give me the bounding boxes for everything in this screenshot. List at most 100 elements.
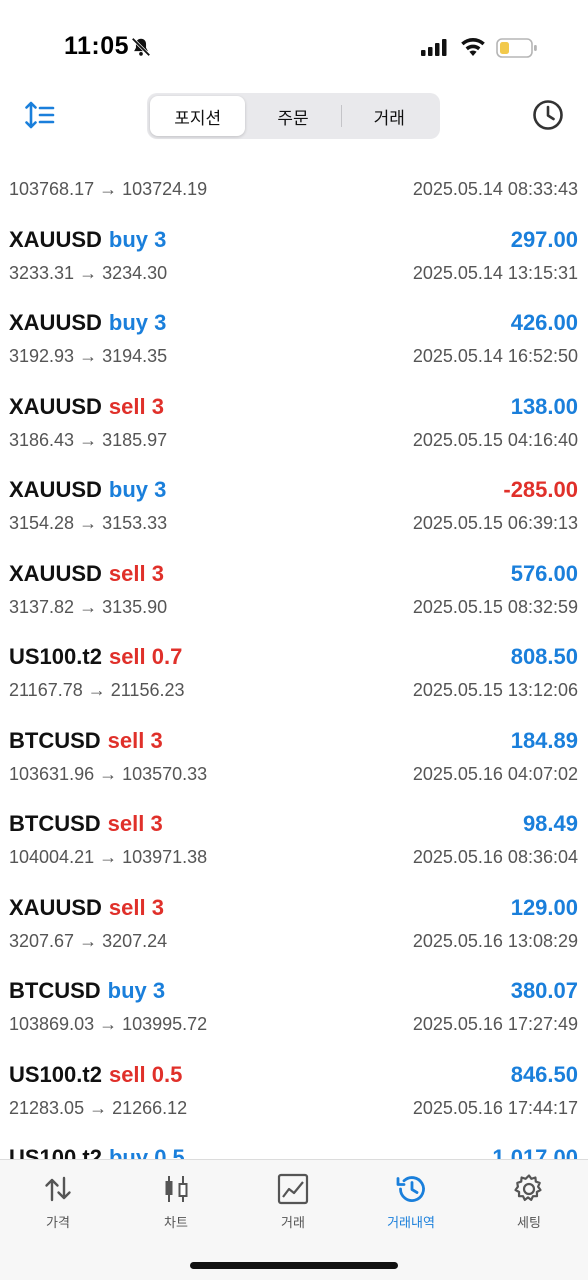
trade-row[interactable]: XAUUSD sell 3 138.00 3186.43 → 3185.97 2025.05… <box>0 371 588 455</box>
trade-row[interactable]: US100.t2buy 0.51 017.0021290.93→21311.27… <box>0 1122 588 1159</box>
open-price: 103869.03 <box>9 1014 95 1034</box>
gear-icon <box>514 1174 542 1201</box>
trade-prices: 21283.05 → 21266.12 <box>9 1098 187 1119</box>
segment-positions[interactable]: 포지션 <box>150 96 246 136</box>
trade-title: XAUUSD sell 3 <box>9 561 164 587</box>
trade-row[interactable]: BTCUSD sell 3 184.89 103631.96 → 103570.33 202… <box>0 705 588 789</box>
tab-chart[interactable]: 차트 <box>131 1172 221 1232</box>
trend-chart-icon <box>277 1173 309 1205</box>
close-price: 103724.19 <box>122 179 208 199</box>
segment-label: 거래 <box>373 108 405 128</box>
arrow-right-icon: → <box>99 179 118 199</box>
trade-row[interactable]: 103768.17 → 103724.19 2025.05.14 08:33:43 <box>0 142 588 204</box>
trade-time: 2025.05.14 08:33:43 <box>412 179 578 199</box>
segment-deals[interactable]: 거래 <box>342 96 437 136</box>
arrow-right-icon: → <box>79 930 98 951</box>
trade-lots: 3 <box>151 560 164 586</box>
trade-side-type: sell <box>107 727 145 753</box>
tab-trade[interactable]: 거래 <box>248 1172 338 1232</box>
trade-lots: 3 <box>150 727 163 753</box>
trade-title: XAUUSD buy 3 <box>9 477 166 503</box>
trade-time: 2025.05.14 16:52:50 <box>412 346 578 366</box>
tab-label: 가격 <box>46 1215 70 1230</box>
trade-lots: 3 <box>151 894 164 920</box>
close-price: 103971.38 <box>122 847 208 867</box>
trade-profit: 426.00 <box>510 310 578 335</box>
trade-symbol: US100.t2 <box>9 1145 102 1159</box>
open-price: 3154.28 <box>9 513 75 533</box>
trade-side-type: buy <box>108 226 149 252</box>
trade-side: buy 0.5 <box>109 1145 185 1159</box>
sort-icon[interactable] <box>24 100 56 130</box>
trade-symbol: BTCUSD <box>9 811 101 836</box>
arrow-right-icon: → <box>79 429 98 450</box>
open-price: 21167.78 <box>9 680 83 700</box>
close-price: 103570.33 <box>122 763 208 784</box>
trade-profit: -285.00 <box>503 477 578 502</box>
trade-prices: 103768.17 → 103724.19 <box>9 179 207 200</box>
trade-profit: 846.50 <box>510 1061 578 1087</box>
bell-slash-icon <box>131 37 151 57</box>
trade-side-type: sell <box>108 894 146 920</box>
signal-icon <box>421 39 447 56</box>
segment-label: 포지션 <box>174 108 222 128</box>
tab-settings[interactable]: 세팅 <box>484 1172 574 1232</box>
trade-row[interactable]: US100.t2 sell 0.7 808.50 21167.78 → 21156.23 2… <box>0 621 588 705</box>
arrow-right-icon: → <box>99 1014 118 1034</box>
open-price: 3233.31 <box>9 262 75 283</box>
trade-row[interactable]: US100.t2 sell 0.5 846.50 21283.05 → 21266.12 2… <box>0 1039 588 1123</box>
open-price: 104004.21 <box>9 847 95 867</box>
trade-row[interactable]: XAUUSD sell 3 576.00 3137.82 → 3135.90 2025.05… <box>0 538 588 622</box>
tab-label: 거래 <box>281 1215 305 1230</box>
trade-symbol: XAUUSD <box>9 310 102 335</box>
trade-time: 2025.05.16 04:07:02 <box>412 763 578 784</box>
trade-row[interactable]: XAUUSD buy 3 297.00 3233.31 → 3234.30 2025.05.… <box>0 204 588 288</box>
status-time: 11:05 <box>64 32 130 60</box>
trade-time: 2025.05.16 13:08:29 <box>412 930 578 951</box>
trade-time: 2025.05.16 17:27:49 <box>412 1014 578 1034</box>
trade-side: sell 3 <box>109 895 164 920</box>
trade-row[interactable]: XAUUSD buy 3 -285.00 3154.28 → 3153.33 2025.05… <box>0 454 588 538</box>
close-price: 21266.12 <box>112 1097 188 1118</box>
tab-history[interactable]: 거래내역 <box>366 1172 456 1232</box>
trade-time: 2025.05.16 17:44:17 <box>412 1097 578 1118</box>
close-price: 3194.35 <box>102 346 168 366</box>
trade-lots: 0.5 <box>151 1061 183 1087</box>
trade-symbol: XAUUSD <box>9 560 102 586</box>
trade-row[interactable]: BTCUSD sell 3 98.49 104004.21 → 103971.38 2025… <box>0 788 588 872</box>
trade-side-type: sell <box>108 644 146 669</box>
trade-history-list[interactable]: 103768.17 → 103724.19 2025.05.14 08:33:43 XA… <box>0 142 588 1159</box>
trade-row[interactable]: BTCUSD buy 3 380.07 103869.03 → 103995.72 2025… <box>0 955 588 1039</box>
trade-time: 2025.05.16 08:36:04 <box>412 847 578 867</box>
open-price: 3186.43 <box>9 429 75 450</box>
close-price: 3153.33 <box>102 513 168 533</box>
trade-side: buy 3 <box>109 227 167 252</box>
trade-symbol: US100.t2 <box>9 1061 102 1087</box>
arrow-right-icon: → <box>87 680 106 700</box>
trade-side: sell 0.5 <box>109 1062 182 1087</box>
trade-profit: 184.89 <box>510 727 578 753</box>
trade-side: sell 3 <box>109 394 164 419</box>
trade-prices: 3186.43 → 3185.97 <box>9 430 167 451</box>
trade-title: XAUUSD buy 3 <box>9 310 166 336</box>
close-price: 21156.23 <box>110 680 185 700</box>
trade-profit: 1 017.00 <box>492 1145 578 1159</box>
trade-profit: 576.00 <box>510 560 578 586</box>
trade-row[interactable]: XAUUSD sell 3 129.00 3207.67 → 3207.24 2025.05… <box>0 872 588 956</box>
trade-side: sell 3 <box>108 811 163 836</box>
trade-title: XAUUSD sell 3 <box>9 394 164 420</box>
close-price: 3207.24 <box>102 930 168 951</box>
arrow-right-icon: → <box>79 346 98 366</box>
open-price: 3192.93 <box>9 346 75 366</box>
trade-symbol: XAUUSD <box>9 226 102 252</box>
trade-profit: 138.00 <box>510 393 578 419</box>
trade-symbol: BTCUSD <box>9 978 101 1003</box>
trade-symbol: US100.t2 <box>9 644 102 669</box>
trade-title: US100.t2 buy 0.5 <box>9 1145 185 1159</box>
trade-side-type: buy <box>108 477 149 502</box>
segment-orders[interactable]: 주문 <box>245 96 340 136</box>
tab-prices[interactable]: 가격 <box>13 1172 103 1232</box>
trade-row[interactable]: XAUUSD buy 3 426.00 3192.93 → 3194.35 2025.05.… <box>0 287 588 371</box>
clock-icon[interactable] <box>531 98 565 132</box>
trade-prices: 21167.78 → 21156.23 <box>9 680 185 701</box>
